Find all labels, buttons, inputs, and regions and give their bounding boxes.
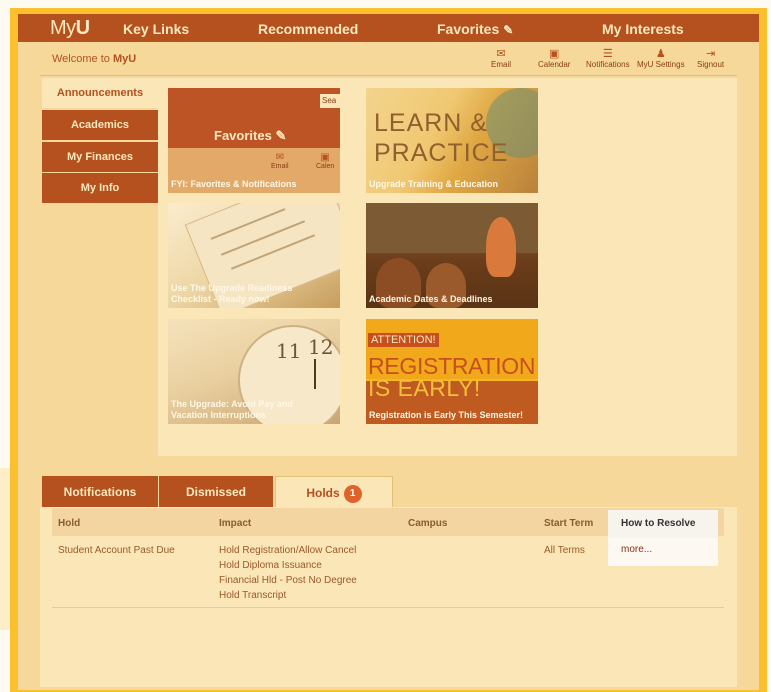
tile-caption: Upgrade Training & Education — [369, 179, 499, 189]
tile-caption: The Upgrade: Avoid Pay and Vacation Inter… — [171, 399, 293, 420]
nav-recommended[interactable]: Recommended — [258, 21, 358, 37]
myu-settings-link[interactable]: ♟ MyU Settings — [637, 48, 685, 69]
hold-start-term-cell: All Terms — [544, 545, 585, 556]
tile-upgrade-readiness-checklist[interactable]: Use The Upgrade Readiness Checklist - Rea… — [168, 203, 340, 308]
impact-line: Hold Diploma Issuance — [219, 560, 322, 571]
column-header-campus: Campus — [408, 518, 448, 529]
tile-caption: Academic Dates & Deadlines — [369, 294, 493, 304]
more-link[interactable]: more... — [608, 538, 718, 566]
tile-learn-practice: LEARN & PRACTICE — [374, 109, 509, 167]
calendar-icon: ▣ — [549, 48, 560, 60]
column-header-how-to-resolve: How to Resolve — [608, 510, 718, 538]
tile-academic-dates[interactable]: Academic Dates & Deadlines — [366, 203, 538, 308]
header-divider — [40, 75, 737, 76]
column-header-impact: Impact — [219, 518, 252, 529]
leftnav-academics[interactable]: Academics — [42, 110, 158, 140]
notifications-link[interactable]: ☰ Notifications — [586, 48, 630, 69]
impact-line: Hold Registration/Allow Cancel — [219, 545, 357, 556]
tile-search-box: Sea — [320, 94, 340, 108]
tile-upgrade-training[interactable]: LEARN & PRACTICE Upgrade Training & Educa… — [366, 88, 538, 193]
row-divider — [52, 607, 724, 608]
myu-logo[interactable]: MyU — [50, 17, 90, 40]
tile-avoid-pay-interruptions[interactable]: 11 12 The Upgrade: Avoid Pay and Vacation… — [168, 319, 340, 424]
calendar-icon: ▣ — [320, 152, 330, 163]
clock-number: 11 — [276, 339, 302, 363]
tile-caption: Use The Upgrade Readiness Checklist - Rea… — [171, 283, 293, 304]
tile-registration-early[interactable]: ATTENTION! REGISTRATION IS EARLY! Regist… — [366, 319, 538, 424]
tile-lecturer — [486, 217, 516, 277]
leftnav-my-info[interactable]: My Info — [42, 173, 158, 203]
hold-impact-cell: Hold Registration/Allow Cancel Hold Dipl… — [219, 543, 357, 603]
tile-calendar-mini: ▣ Calen — [316, 152, 335, 170]
notifications-icon: ☰ — [602, 48, 613, 60]
nav-key-links[interactable]: Key Links — [123, 21, 189, 37]
tab-holds[interactable]: Holds 1 — [275, 476, 393, 508]
email-link[interactable]: ✉ Email — [491, 48, 511, 69]
top-navigation: MyU Key Links Recommended Favorites ✎ My … — [18, 14, 759, 42]
tile-caption: Registration is Early This Semester! — [369, 410, 524, 420]
clock-hand — [314, 359, 316, 389]
calendar-link[interactable]: ▣ Calendar — [538, 48, 570, 69]
nav-my-interests[interactable]: My Interests — [602, 21, 684, 37]
attention-label: ATTENTION! — [368, 333, 439, 347]
signout-icon: ⇥ — [705, 48, 716, 60]
column-header-start-term: Start Term — [544, 518, 594, 529]
tile-favorites-notifications[interactable]: Sea Favorites ✎ ✉ Email ▣ Calen FYI: Favor… — [168, 88, 340, 193]
impact-line: Financial Hld - Post No Degree — [219, 575, 357, 586]
holds-count-badge: 1 — [343, 485, 362, 503]
email-icon: ✉ — [275, 152, 284, 163]
leftnav-my-finances[interactable]: My Finances — [42, 142, 158, 172]
signout-link[interactable]: ⇥ Signout — [697, 48, 724, 69]
is-early-headline: IS EARLY! — [368, 375, 481, 401]
pencil-icon: ✎ — [503, 23, 514, 37]
tile-email-mini: ✉ Email — [271, 152, 289, 170]
registration-headline: REGISTRATION — [368, 353, 536, 379]
clock-number: 12 — [308, 335, 334, 359]
column-header-hold: Hold — [58, 518, 81, 529]
email-icon: ✉ — [496, 48, 506, 60]
hold-name-cell: Student Account Past Due — [58, 545, 175, 556]
nav-favorites[interactable]: Favorites ✎ — [437, 21, 513, 37]
tile-favorites-heading: Favorites ✎ — [214, 128, 287, 143]
pencil-icon: ✎ — [275, 128, 287, 143]
tile-caption: FYI: Favorites & Notifications — [171, 179, 297, 189]
user-icon: ♟ — [655, 48, 666, 60]
impact-line: Hold Transcript — [219, 590, 287, 601]
leftnav-announcements[interactable]: Announcements — [42, 78, 158, 108]
tab-notifications[interactable]: Notifications — [42, 476, 158, 508]
welcome-message: Welcome to MyU — [52, 53, 137, 65]
tab-dismissed[interactable]: Dismissed — [159, 476, 273, 508]
